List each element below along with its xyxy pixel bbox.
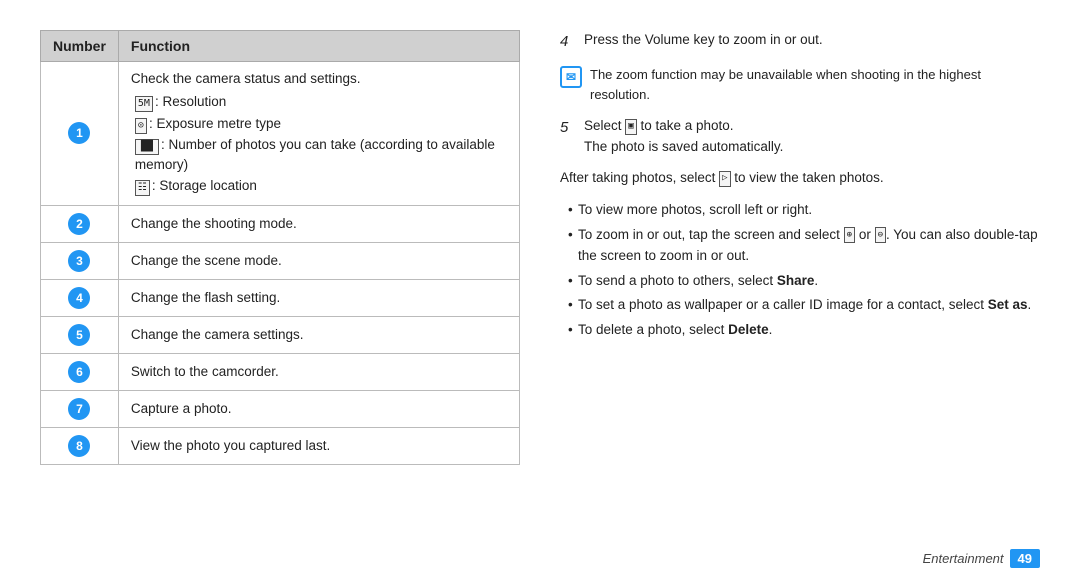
page-container: Number Function 1 Check the camera statu… xyxy=(0,0,1080,586)
table-cell-num: 4 xyxy=(41,279,119,316)
cell-main-text: Check the camera status and settings. xyxy=(131,71,361,86)
step-4-number: 4 xyxy=(560,30,578,53)
storage-icon: ☷ xyxy=(135,180,150,196)
row4-text: Change the flash setting. xyxy=(131,290,280,305)
footer-page-number: 49 xyxy=(1010,549,1040,568)
row5-text: Change the camera settings. xyxy=(131,327,304,342)
table-cell-func: Change the flash setting. xyxy=(118,279,519,316)
footer: Entertainment 49 xyxy=(923,549,1040,568)
bullets-list: To view more photos, scroll left or righ… xyxy=(560,199,1040,344)
list-item: 5M: Resolution xyxy=(135,92,507,112)
circle-number-5: 5 xyxy=(68,324,90,346)
table-row: 3 Change the scene mode. xyxy=(41,242,520,279)
step-5: 5 Select ▣ to take a photo. The photo is… xyxy=(560,116,1040,158)
note-icon: ✉ xyxy=(560,66,582,88)
list-item: To zoom in or out, tap the screen and se… xyxy=(568,224,1040,267)
circle-number-8: 8 xyxy=(68,435,90,457)
photos-count-icon: ▐█▌ xyxy=(135,139,159,155)
storage-label: : Storage location xyxy=(152,178,257,193)
table-cell-num: 6 xyxy=(41,353,119,390)
cell-bullet-list: 5M: Resolution ⊙: Exposure metre type ▐█… xyxy=(131,92,507,196)
zoom-out-icon: ⊖ xyxy=(875,227,886,243)
table-cell-func: Change the camera settings. xyxy=(118,316,519,353)
row3-text: Change the scene mode. xyxy=(131,253,282,268)
table-row: 2 Change the shooting mode. xyxy=(41,205,520,242)
circle-number-7: 7 xyxy=(68,398,90,420)
resolution-icon: 5M xyxy=(135,96,153,112)
table-row: 1 Check the camera status and settings. … xyxy=(41,62,520,206)
after-text: After taking photos, select ▷ to view th… xyxy=(560,168,1040,189)
share-label: Share xyxy=(777,273,815,288)
table-cell-num: 2 xyxy=(41,205,119,242)
table-cell-func: Change the shooting mode. xyxy=(118,205,519,242)
list-item: To view more photos, scroll left or righ… xyxy=(568,199,1040,221)
step-5-main: Select ▣ to take a photo. xyxy=(584,118,734,133)
left-column: Number Function 1 Check the camera statu… xyxy=(40,30,520,556)
step-5-number: 5 xyxy=(560,116,578,139)
circle-number-2: 2 xyxy=(68,213,90,235)
zoom-in-icon: ⊕ xyxy=(844,227,855,243)
circle-number-4: 4 xyxy=(68,287,90,309)
table-row: 5 Change the camera settings. xyxy=(41,316,520,353)
circle-number-1: 1 xyxy=(68,122,90,144)
step-5-text: Select ▣ to take a photo. The photo is s… xyxy=(584,116,1040,158)
list-item: ▐█▌: Number of photos you can take (acco… xyxy=(135,135,507,176)
resolution-label: : Resolution xyxy=(155,94,226,109)
table-cell-num: 7 xyxy=(41,390,119,427)
list-item: To send a photo to others, select Share. xyxy=(568,270,1040,292)
step-5-sub: The photo is saved automatically. xyxy=(584,139,783,154)
camera-button-icon: ▣ xyxy=(625,119,636,135)
table-cell-func: Change the scene mode. xyxy=(118,242,519,279)
delete-label: Delete xyxy=(728,322,769,337)
table-row: 6 Switch to the camcorder. xyxy=(41,353,520,390)
step-4: 4 Press the Volume key to zoom in or out… xyxy=(560,30,1040,53)
table-row: 8 View the photo you captured last. xyxy=(41,427,520,464)
table-cell-func: Switch to the camcorder. xyxy=(118,353,519,390)
circle-number-3: 3 xyxy=(68,250,90,272)
step-4-text: Press the Volume key to zoom in or out. xyxy=(584,30,1040,51)
col-number-header: Number xyxy=(41,31,119,62)
footer-label: Entertainment xyxy=(923,551,1004,566)
cell-content-1: Check the camera status and settings. 5M… xyxy=(131,69,507,197)
row7-text: Capture a photo. xyxy=(131,401,232,416)
row2-text: Change the shooting mode. xyxy=(131,216,297,231)
table-row: 7 Capture a photo. xyxy=(41,390,520,427)
list-item: ☷: Storage location xyxy=(135,176,507,196)
table-cell-func: Capture a photo. xyxy=(118,390,519,427)
row6-text: Switch to the camcorder. xyxy=(131,364,279,379)
table-cell-num: 5 xyxy=(41,316,119,353)
camera-functions-table: Number Function 1 Check the camera statu… xyxy=(40,30,520,465)
circle-number-6: 6 xyxy=(68,361,90,383)
exposure-label: : Exposure metre type xyxy=(149,116,281,131)
exposure-icon: ⊙ xyxy=(135,118,147,134)
table-cell-func: View the photo you captured last. xyxy=(118,427,519,464)
setas-label: Set as xyxy=(988,297,1028,312)
list-item: To delete a photo, select Delete. xyxy=(568,319,1040,341)
table-cell-num: 8 xyxy=(41,427,119,464)
table-row: 4 Change the flash setting. xyxy=(41,279,520,316)
table-cell-func: Check the camera status and settings. 5M… xyxy=(118,62,519,206)
table-cell-num: 3 xyxy=(41,242,119,279)
col-function-header: Function xyxy=(118,31,519,62)
list-item: ⊙: Exposure metre type xyxy=(135,114,507,134)
note-box: ✉ The zoom function may be unavailable w… xyxy=(560,65,1040,104)
photos-count-label: : Number of photos you can take (accordi… xyxy=(135,137,495,172)
list-item: To set a photo as wallpaper or a caller … xyxy=(568,294,1040,316)
right-column: 4 Press the Volume key to zoom in or out… xyxy=(560,30,1040,556)
table-cell-num: 1 xyxy=(41,62,119,206)
row8-text: View the photo you captured last. xyxy=(131,438,330,453)
view-photos-icon: ▷ xyxy=(719,171,730,187)
note-text: The zoom function may be unavailable whe… xyxy=(590,65,1040,104)
